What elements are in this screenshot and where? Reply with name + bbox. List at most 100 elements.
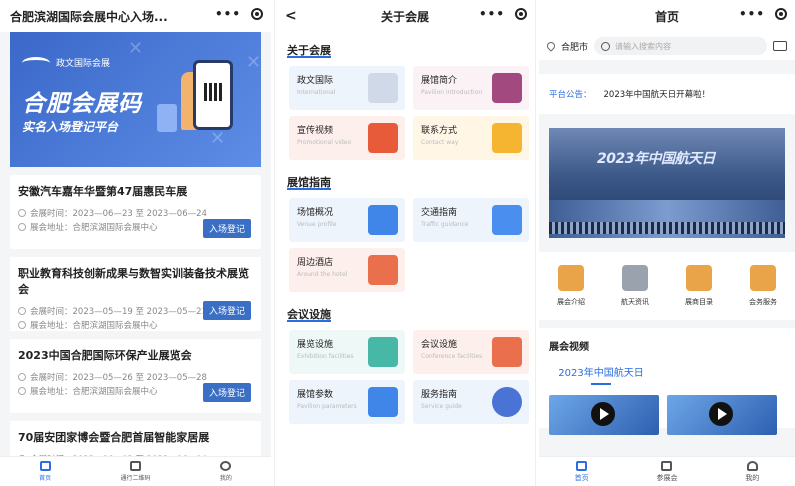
register-button[interactable]: 入场登记 [202,383,251,402]
tile-nearby-hotels[interactable]: 周边酒店 Around the hotel [289,248,405,292]
logo-icon [22,56,50,69]
smile-icon [220,461,232,471]
bus-icon [492,205,522,235]
headset-icon [492,387,522,417]
section-title: 展馆指南 [287,176,331,189]
home-icon [39,461,51,471]
museum-icon [661,460,673,471]
tab-mine[interactable]: 我的 [710,457,795,486]
mini-program-capsule[interactable]: ••• [479,7,527,21]
quick-expo-intro[interactable]: 展会介绍 [557,265,585,307]
notice-text: 2023年中国航天日开幕啦！ [603,90,711,100]
event-place: 展会地址：合肥滨湖国际会展中心 [30,321,158,331]
tab-home[interactable]: 首页 [539,457,624,486]
quick-label: 航天资讯 [621,298,649,306]
org-logo: 政文国际会展 [22,56,110,69]
easel-icon [492,73,522,103]
event-time: 会展时间：2023—05—26 至 2023—05—28 [30,373,207,383]
section-grid: 展览设施 Exhibition facilities 会议设施 Conference… [289,330,535,424]
event-title: 职业教育科技创新成果与数智实训装备技术展览会 [18,267,249,296]
video-tab-active[interactable]: 2023年中国航天日 [549,364,653,379]
banner-subline: 实名入场登记平台 [22,120,119,134]
tile-pavilion-parameters[interactable]: 展馆参数 Pavilion parameters [289,380,405,424]
tab-mine[interactable]: 我的 [181,457,271,486]
video-thumbnail[interactable] [667,395,777,435]
location-search-bar: 合肥市 请输入搜索内容 [539,32,795,60]
event-title: 70届安团家博会暨合肥首届智能家居展 [18,431,210,444]
clock-icon [18,209,26,217]
tab-label: 首页 [574,473,589,482]
quick-conference-services[interactable]: 会务服务 [749,265,777,307]
crowd-illustration [549,222,785,234]
close-target-icon[interactable] [251,8,263,20]
about-screen: < 关于会展 ••• 关于会展 政文国际 International 展馆简介 Pa… [274,0,536,486]
quick-exhibitor-directory[interactable]: 展商目录 [685,265,713,307]
mini-program-capsule[interactable]: ••• [739,7,787,21]
tab-exhibitions[interactable]: 参展会 [624,457,709,486]
tile-contact[interactable]: 联系方式 Contact way [413,116,529,160]
more-icon[interactable]: ••• [739,7,765,21]
clock-icon [18,373,26,381]
event-card[interactable]: 职业教育科技创新成果与数智实训装备技术展览会 会展时间：2023—05—19 至… [10,257,261,331]
register-button[interactable]: 入场登记 [202,301,251,320]
deco-cross-icon: ✕ [210,128,226,149]
quick-label: 展商目录 [685,298,713,306]
tile-service-guide[interactable]: 服务指南 Service guide [413,380,529,424]
tile-exhibition-facilities[interactable]: 展览设施 Exhibition facilities [289,330,405,374]
banner[interactable]: ✕ ✕ ✕ 政文国际会展 合肥会展码 实名入场登记平台 [10,32,261,167]
hero-banner[interactable]: 2023年中国航天日 [549,128,785,238]
quick-entry-row: 展会介绍 航天资讯 展商目录 会务服务 [539,252,795,320]
tab-pass-qrcode[interactable]: 通行二维码 [90,457,180,486]
search-icon [601,41,611,51]
quick-label: 会务服务 [749,298,777,306]
mini-program-capsule[interactable]: ••• [215,7,263,21]
event-time: 会展时间：2023—06—23 至 2023—06—24 [30,209,207,219]
more-icon[interactable]: ••• [479,7,505,21]
tile-venue-overview[interactable]: 场馆概况 Venue profile [289,198,405,242]
home-icon [576,460,588,471]
launch-pad-icon [622,265,648,291]
tile-pavilion-intro[interactable]: 展馆简介 Pavilion introduction [413,66,529,110]
event-card[interactable]: 2023中国合肥国际环保产业展览会 会展时间：2023—05—26 至 2023… [10,339,261,413]
event-place: 展会地址：合肥滨湖国际会展中心 [30,387,158,397]
exhibition-list-screen: 合肥滨湖国际会展中心入场... ••• ✕ ✕ ✕ 政文国际会展 合肥会展码 实… [0,0,271,486]
quick-aerospace-news[interactable]: 航天资讯 [621,265,649,307]
event-card[interactable]: 安徽汽车嘉年华暨第47届惠民车展 会展时间：2023—06—23 至 2023—… [10,175,261,249]
tab-label: 首页 [39,475,52,482]
announcement-bar[interactable]: 平台公告： 2023年中国航天日开幕啦！ [539,74,795,114]
tab-label: 参展会 [656,473,678,482]
play-icon[interactable] [591,402,615,426]
nav-bar: 首页 ••• [539,0,795,32]
message-icon[interactable] [773,41,787,51]
tab-underline [591,383,611,385]
tab-label: 我的 [745,473,760,482]
quick-label: 展会介绍 [557,298,585,306]
tab-bar: 首页 通行二维码 我的 [0,456,271,486]
video-thumbnails [549,395,785,435]
meeting-icon [492,337,522,367]
astronaut-icon [750,265,776,291]
tile-conference-facilities[interactable]: 会议设施 Conference facilities [413,330,529,374]
video-thumbnail[interactable] [549,395,659,435]
more-icon[interactable]: ••• [215,7,241,21]
close-target-icon[interactable] [775,8,787,20]
close-target-icon[interactable] [515,8,527,20]
tab-bar: 首页 参展会 我的 [539,456,795,486]
event-title: 安徽汽车嘉年华暨第47届惠民车展 [18,185,188,198]
section-title: 关于会展 [287,44,331,57]
suitcase-illustration [157,104,177,132]
location-icon [18,387,26,395]
tent-icon [686,265,712,291]
play-icon[interactable] [709,402,733,426]
phone-icon [492,123,522,153]
tab-home[interactable]: 首页 [0,457,90,486]
tile-zhengwen-international[interactable]: 政文国际 International [289,66,405,110]
city-selector[interactable]: 合肥市 [561,40,588,53]
location-pin-icon [545,40,557,52]
search-input[interactable]: 请输入搜索内容 [594,37,767,55]
tile-promo-video[interactable]: 宣传视频 Promotional video [289,116,405,160]
register-button[interactable]: 入场登记 [202,219,251,238]
tile-traffic-guide[interactable]: 交通指南 Traffic guidance [413,198,529,242]
nav-bar: 合肥滨湖国际会展中心入场... ••• [0,0,271,32]
location-icon [18,321,26,329]
